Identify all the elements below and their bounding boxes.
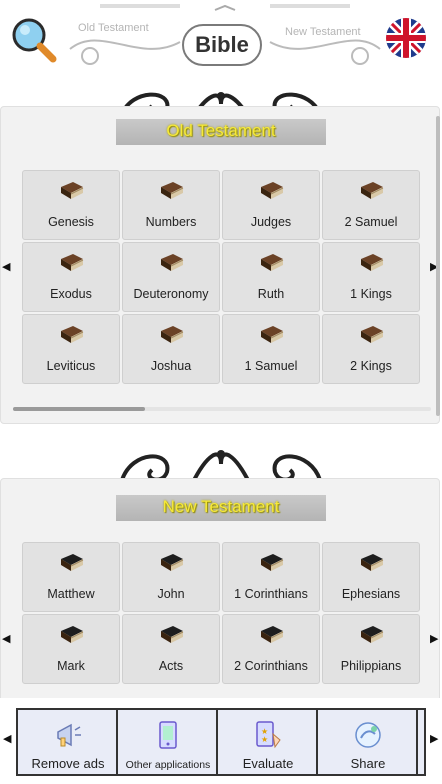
book-label: Genesis [48,215,94,229]
new-testament-grid: Matthew John 1 Corinthians Ephesians Mark Act… [21,541,421,685]
bible-app-screen: Old Testament New Testament Bible Old Te… [0,0,442,784]
book-cell-judges[interactable]: Judges [222,170,320,240]
other-applications-button[interactable]: Other applications [118,710,218,774]
book-cell-deuteronomy[interactable]: Deuteronomy [122,242,220,312]
action-label: Evaluate [242,756,294,771]
book-label: 1 Samuel [244,359,298,373]
book-cell-mark[interactable]: Mark [22,614,120,684]
book-icon [161,626,184,643]
evaluate-button[interactable]: ★ ★ Evaluate [218,710,318,774]
new-testament-section: New Testament Matthew John 1 Corinthians Ep… [0,478,440,708]
book-label: Acts [158,659,184,673]
tab-old-testament[interactable]: Old Testament [78,22,149,34]
book-cell-john[interactable]: John [122,542,220,612]
book-icon [161,554,184,571]
book-label: Deuteronomy [133,287,209,301]
book-cell-ruth[interactable]: Ruth [222,242,320,312]
bottom-scroll-right-icon[interactable]: ▶ [430,732,438,745]
horizontal-scrollbar[interactable] [13,407,431,411]
book-icon [361,182,384,199]
book-icon [261,554,284,571]
book-cell-philippians[interactable]: Philippians [322,614,420,684]
bottom-action-bar: ◀ Remove ads Other applications ★ ★ Evaluate… [0,698,442,784]
book-icon [361,254,384,271]
book-cell-2-samuel[interactable]: 2 Samuel [322,170,420,240]
language-button[interactable] [386,18,426,58]
book-icon [161,254,184,271]
bottom-scroll-left-icon[interactable]: ◀ [3,732,11,745]
book-cell-1-kings[interactable]: 1 Kings [322,242,420,312]
book-icon [61,254,84,271]
actions-container: Remove ads Other applications ★ ★ Evaluate Sh… [16,708,426,776]
book-cell-exodus[interactable]: Exodus [22,242,120,312]
old-testament-title: Old Testament [166,121,276,140]
book-icon [61,182,84,199]
book-icon [161,182,184,199]
ot-scroll-left-icon[interactable]: ◀ [2,260,10,273]
book-label: Matthew [47,587,95,601]
action-label: Other applications [125,759,211,771]
book-icon [361,626,384,643]
book-icon [261,182,284,199]
book-label: Philippians [340,659,402,673]
book-icon [261,626,284,643]
book-label: Judges [250,215,292,229]
megaphone-icon [57,723,81,747]
book-icon [61,554,84,571]
magnifier-icon [12,18,57,63]
book-icon [261,326,284,343]
search-button[interactable] [8,14,58,64]
book-icon [261,254,284,271]
book-label: 2 Corinthians [234,659,308,673]
book-label: 1 Corinthians [234,587,308,601]
book-label: Numbers [145,215,197,229]
app-title: Bible [182,24,262,66]
action-label: Remove ads [31,756,105,771]
share-button[interactable]: Share [318,710,418,774]
book-cell-1-samuel[interactable]: 1 Samuel [222,314,320,384]
nt-scroll-left-icon[interactable]: ◀ [2,632,10,645]
vertical-scrollbar[interactable] [436,116,440,416]
old-testament-section: Old Testament Genesis Numbers Judges 2 Samu… [0,106,440,424]
book-label: 2 Samuel [344,215,398,229]
book-cell-joshua[interactable]: Joshua [122,314,220,384]
book-label: Mark [57,659,85,673]
book-cell-leviticus[interactable]: Leviticus [22,314,120,384]
book-cell-2-kings[interactable]: 2 Kings [322,314,420,384]
book-cell-matthew[interactable]: Matthew [22,542,120,612]
book-cell-genesis[interactable]: Genesis [22,170,120,240]
book-label: Ephesians [341,587,401,601]
book-cell-2-corinthians[interactable]: 2 Corinthians [222,614,320,684]
book-cell-acts[interactable]: Acts [122,614,220,684]
old-testament-grid: Genesis Numbers Judges 2 Samuel Exodus Deuter… [21,169,421,385]
book-label: Joshua [150,359,192,373]
apps-phone-icon [159,721,177,749]
book-label: Ruth [257,287,285,301]
nt-scroll-right-icon[interactable]: ▶ [430,632,438,645]
book-icon [161,326,184,343]
svg-text:★: ★ [261,735,268,744]
new-testament-title: New Testament [162,497,280,516]
book-icon [61,326,84,343]
book-icon [361,554,384,571]
book-icon [61,626,84,643]
book-cell-numbers[interactable]: Numbers [122,170,220,240]
action-label: Share [350,756,386,771]
header: Old Testament New Testament Bible [0,0,442,80]
share-icon [355,722,381,748]
book-label: Leviticus [46,359,96,373]
remove-ads-button[interactable]: Remove ads [18,710,118,774]
book-icon [361,326,384,343]
book-label: Exodus [50,287,92,301]
book-cell-ephesians[interactable]: Ephesians [322,542,420,612]
book-label: 2 Kings [350,359,392,373]
uk-flag-icon [386,18,426,58]
tab-new-testament[interactable]: New Testament [285,26,361,38]
rating-icon: ★★ [256,721,281,749]
book-label: 1 Kings [350,287,392,301]
scrollbar-thumb[interactable] [13,407,145,411]
book-label: John [157,587,185,601]
book-cell-1-corinthians[interactable]: 1 Corinthians [222,542,320,612]
